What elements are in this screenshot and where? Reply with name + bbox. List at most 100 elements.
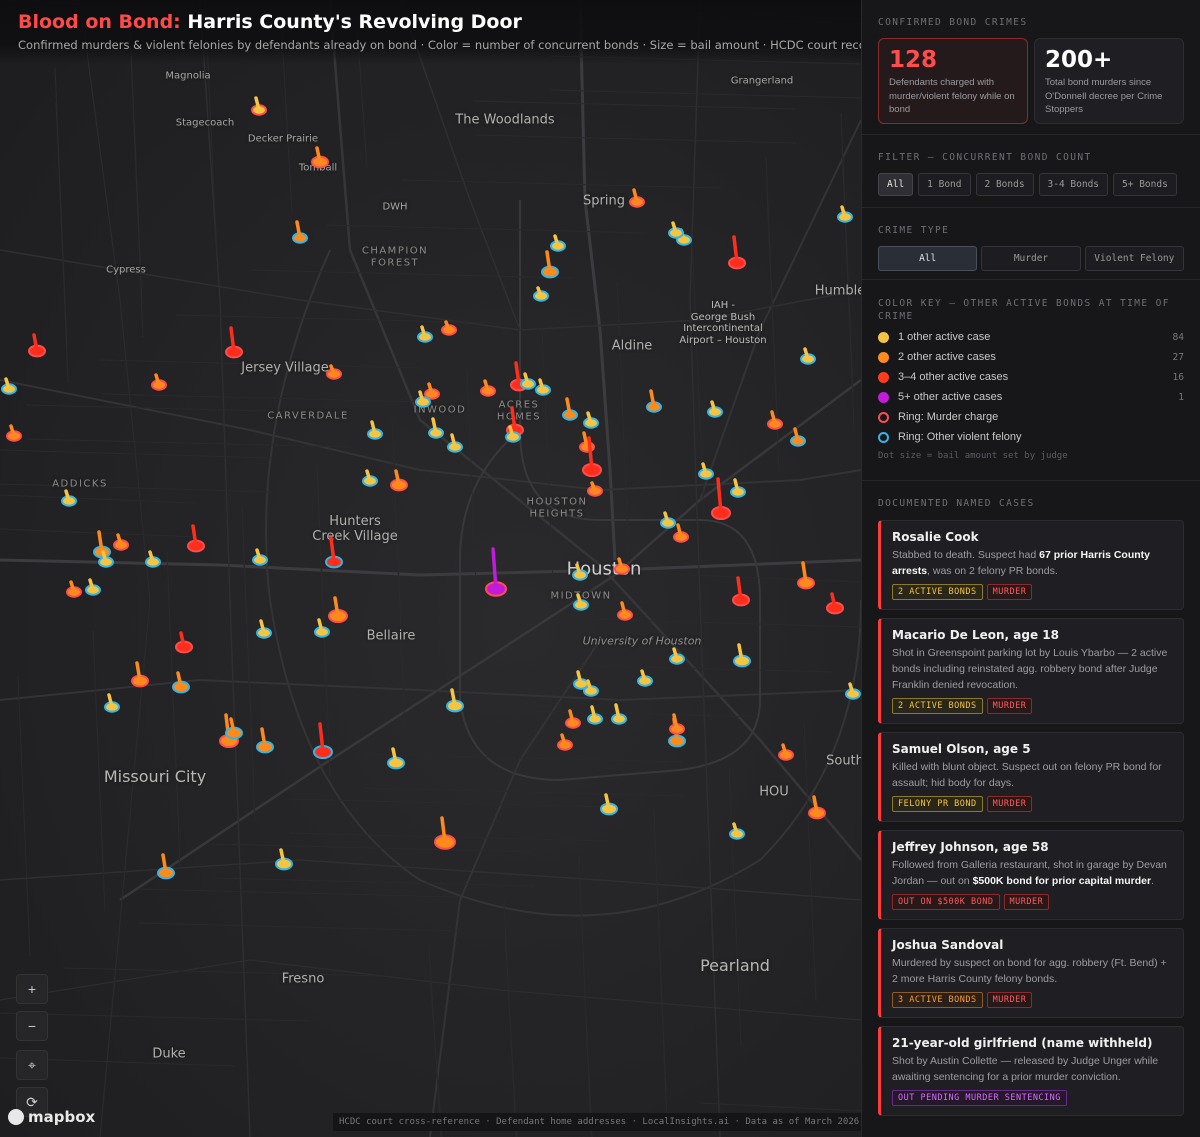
crime-type-button-murder[interactable]: Murder [981,246,1081,271]
crime-marker[interactable] [328,596,348,624]
crime-marker[interactable] [151,373,167,391]
crime-marker[interactable] [583,411,599,429]
crime-marker[interactable] [428,417,444,439]
crime-marker[interactable] [614,557,630,575]
case-card[interactable]: Rosalie Cook Stabbed to death. Suspect ha… [878,520,1184,610]
crime-marker[interactable] [175,631,193,654]
crime-marker[interactable] [837,205,853,223]
crime-marker[interactable] [225,326,243,359]
mapbox-logo[interactable]: mapbox [8,1108,95,1126]
crime-marker[interactable] [572,563,588,581]
crime-marker[interactable] [446,688,464,713]
crime-marker[interactable] [808,795,826,820]
crime-marker[interactable] [6,424,22,442]
crime-marker[interactable] [131,661,149,688]
crime-marker[interactable] [157,853,175,880]
crime-marker[interactable] [275,848,293,871]
crime-marker[interactable] [326,364,342,380]
crime-marker[interactable] [104,693,120,713]
crime-marker[interactable] [66,580,82,598]
crime-marker[interactable] [800,347,816,365]
crime-marker[interactable] [733,643,751,668]
filter-button-2-bonds[interactable]: 2 Bonds [975,173,1034,196]
crime-type-button-violent-felony[interactable]: Violent Felony [1084,246,1184,271]
crime-marker[interactable] [187,524,205,553]
crime-marker[interactable] [845,682,861,700]
crime-marker[interactable] [826,592,844,615]
crime-marker[interactable] [362,469,378,487]
crime-marker[interactable] [707,400,723,418]
crime-marker[interactable] [565,709,581,729]
crime-marker[interactable] [113,533,129,551]
case-card[interactable]: Macario De Leon, age 18 Shot in Greenspoi… [878,618,1184,724]
crime-marker[interactable] [485,547,507,597]
filter-button-5-bonds[interactable]: 5+ Bonds [1113,173,1177,196]
crime-marker[interactable] [387,747,405,770]
crime-marker[interactable] [660,511,676,529]
crime-marker[interactable] [587,481,603,497]
crime-marker[interactable] [390,469,408,492]
crime-marker[interactable] [550,234,566,252]
crime-marker[interactable] [790,427,806,447]
crime-marker[interactable] [587,705,603,725]
crime-marker[interactable] [520,372,536,390]
crime-marker[interactable] [579,431,595,453]
crime-marker[interactable] [172,671,190,694]
crime-marker[interactable] [251,96,267,116]
crime-marker[interactable] [314,618,330,638]
crime-marker[interactable] [573,670,589,690]
crime-marker[interactable] [669,647,685,665]
crime-marker[interactable] [535,378,551,396]
crime-marker[interactable] [533,286,549,302]
crime-marker[interactable] [541,250,559,279]
crime-marker[interactable] [767,410,783,430]
crime-marker[interactable] [611,703,627,725]
crime-marker[interactable] [256,619,272,639]
filter-button-3-4-bonds[interactable]: 3-4 Bonds [1038,173,1109,196]
case-card[interactable]: Jeffrey Johnson, age 58 Followed from Gal… [878,830,1184,920]
crime-marker[interactable] [311,146,329,169]
case-card[interactable]: Samuel Olson, age 5 Killed with blunt obj… [878,732,1184,822]
crime-marker[interactable] [669,713,685,735]
crime-marker[interactable] [424,382,440,400]
crime-marker[interactable] [646,389,662,413]
crime-marker[interactable] [1,377,17,395]
crime-marker[interactable] [506,406,524,437]
zoom-in-button[interactable]: + [16,974,48,1004]
crime-marker[interactable] [28,333,46,358]
case-card[interactable]: Joshua Sandoval Murdered by suspect on bo… [878,928,1184,1018]
filter-button-all[interactable]: All [878,173,914,196]
crime-marker[interactable] [673,523,689,543]
crime-marker[interactable] [728,235,746,270]
compass-button[interactable]: ⌖ [16,1050,48,1080]
crime-marker[interactable] [562,397,578,421]
crime-marker[interactable] [698,462,714,480]
crime-marker[interactable] [778,743,794,761]
crime-marker[interactable] [447,433,463,453]
crime-marker[interactable] [313,722,333,760]
crime-marker[interactable] [732,576,750,607]
crime-marker[interactable] [617,601,633,621]
crime-marker[interactable] [325,536,343,569]
crime-marker[interactable] [668,221,684,239]
crime-marker[interactable] [145,550,161,568]
crime-marker[interactable] [711,477,731,521]
crime-type-button-all[interactable]: All [878,246,978,271]
crime-marker[interactable] [480,379,496,397]
crime-marker[interactable] [730,478,746,498]
crime-marker[interactable] [85,578,101,596]
crime-marker[interactable] [292,220,308,244]
crime-marker[interactable] [61,489,77,507]
crime-marker[interactable] [573,593,589,611]
crime-map[interactable]: Magnolia Grangerland Stagecoach Decker Prai… [0,0,861,1137]
zoom-out-button[interactable]: − [16,1011,48,1041]
crime-marker[interactable] [367,420,383,440]
crime-marker[interactable] [256,727,274,754]
crime-marker[interactable] [434,816,456,850]
crime-marker[interactable] [441,320,457,336]
crime-marker[interactable] [417,325,433,343]
crime-marker[interactable] [729,822,745,840]
filter-button-1-bond[interactable]: 1 Bond [918,173,971,196]
crime-marker[interactable] [637,669,653,687]
crime-marker[interactable] [797,561,815,590]
